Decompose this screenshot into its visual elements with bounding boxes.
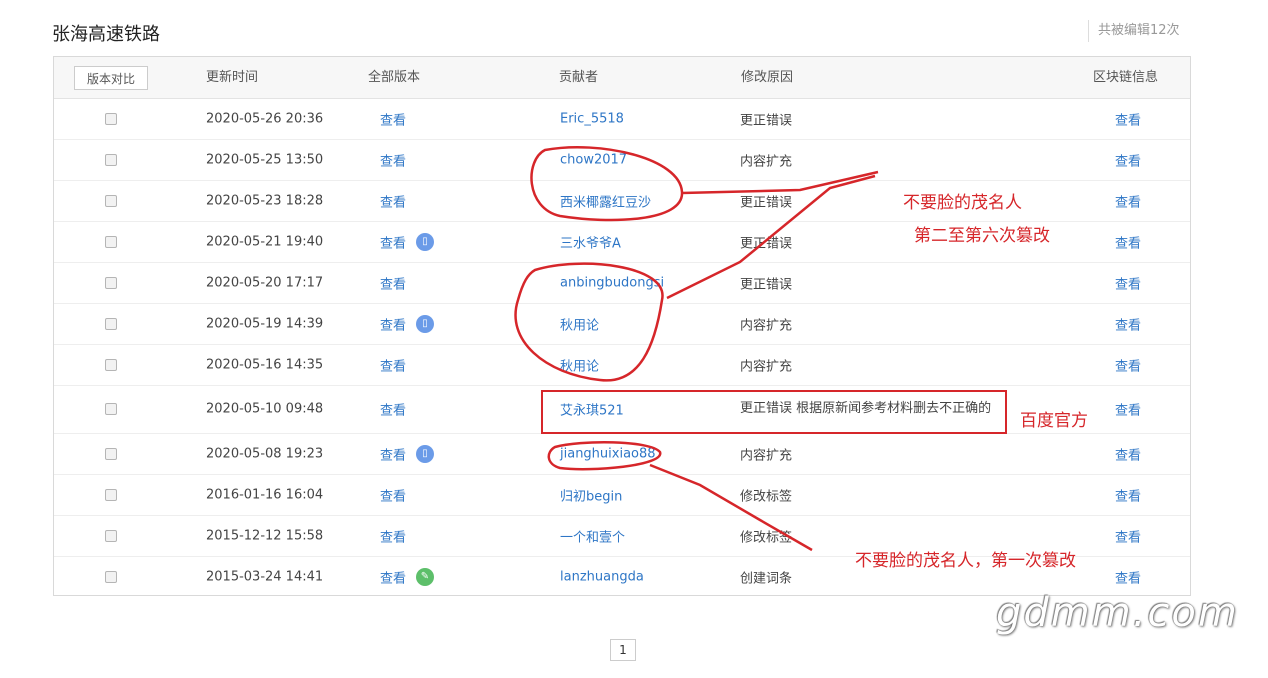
circle-jianghui [547,441,662,471]
annotation-text-1a: 不要脸的茂名人 [903,193,1022,213]
arrow-line-2 [666,174,876,300]
annotation-text-3: 不要脸的茂名人，第一次篡改 [855,551,1076,571]
annotation-text-2: 百度官方 [1020,411,1088,431]
annotation-text-1b: 第二至第六次篡改 [914,226,1050,246]
annotation-marks [514,146,1007,552]
official-edit-box [541,390,1007,434]
arrow-line-3 [649,463,813,552]
circle-chow-xi [530,146,684,222]
circle-anbing-qiu [514,262,664,382]
